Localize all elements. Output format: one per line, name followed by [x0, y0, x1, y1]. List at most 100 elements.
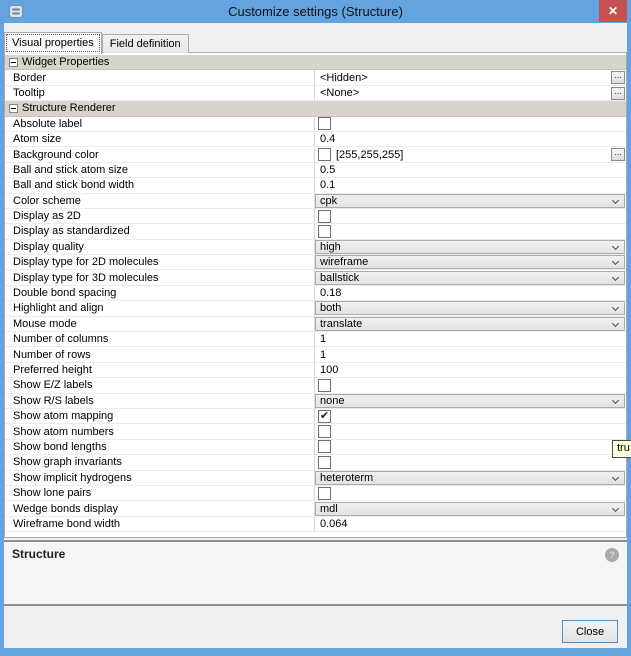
- minus-glyph: [11, 62, 16, 63]
- checkbox[interactable]: [318, 425, 331, 438]
- property-value: 1: [315, 332, 626, 347]
- checkbox[interactable]: ✔: [318, 410, 331, 423]
- property-label: Show implicit hydrogens: [5, 471, 315, 486]
- property-value: ballstick: [315, 270, 626, 285]
- chevron-down-icon: [612, 258, 619, 265]
- property-label: Show R/S labels: [5, 394, 315, 409]
- help-icon[interactable]: ?: [605, 548, 619, 562]
- collapse-icon[interactable]: [9, 104, 18, 113]
- property-value: high: [315, 240, 626, 255]
- property-row: Show lone pairs: [5, 486, 626, 501]
- button-bar: Close: [4, 606, 627, 648]
- property-label: Show atom mapping: [5, 409, 315, 424]
- info-panel: Structure ?: [4, 542, 627, 604]
- property-label: Border: [5, 70, 315, 85]
- property-row: Highlight and alignboth: [5, 301, 626, 316]
- property-row: Border<Hidden>...: [5, 70, 626, 85]
- tab-strip: Visual properties Field definition: [4, 31, 189, 53]
- property-row: Absolute label: [5, 117, 626, 132]
- checkbox[interactable]: [318, 379, 331, 392]
- dropdown-value: translate: [320, 318, 362, 330]
- dropdown[interactable]: translate: [315, 317, 625, 331]
- dropdown[interactable]: cpk: [315, 194, 625, 208]
- dropdown-value: wireframe: [320, 256, 368, 268]
- property-label: Display quality: [5, 240, 315, 255]
- close-icon[interactable]: ✕: [599, 0, 627, 22]
- dropdown[interactable]: both: [315, 301, 625, 315]
- property-value: <Hidden>...: [315, 70, 626, 85]
- property-value: both: [315, 301, 626, 316]
- value-text[interactable]: 0.18: [315, 287, 341, 299]
- property-value: heteroterm: [315, 471, 626, 486]
- property-row: Wireframe bond width0.064: [5, 517, 626, 532]
- property-label: Tooltip: [5, 86, 315, 101]
- chevron-down-icon: [612, 504, 619, 511]
- property-row: Display type for 2D molecules wireframe: [5, 255, 626, 270]
- dropdown[interactable]: none: [315, 394, 625, 408]
- property-row: Double bond spacing0.18: [5, 286, 626, 301]
- value-text[interactable]: <None>: [315, 87, 359, 99]
- value-text[interactable]: 0.1: [315, 179, 335, 191]
- property-label: Color scheme: [5, 194, 315, 209]
- ellipsis-button[interactable]: ...: [611, 87, 625, 100]
- property-row: Number of rows1: [5, 347, 626, 362]
- dropdown-value: ballstick: [320, 272, 359, 284]
- tab-field-definition[interactable]: Field definition: [102, 34, 189, 53]
- section-header: Structure Renderer: [5, 101, 626, 116]
- property-value: [315, 455, 626, 470]
- property-value: [315, 440, 626, 455]
- checkbox[interactable]: [318, 487, 331, 500]
- checkbox[interactable]: [318, 225, 331, 238]
- property-row: Wedge bonds displaymdl: [5, 501, 626, 516]
- property-value: 0.18: [315, 286, 626, 301]
- property-label: Absolute label: [5, 117, 315, 132]
- ellipsis-button[interactable]: ...: [611, 71, 625, 84]
- property-label: Number of columns: [5, 332, 315, 347]
- tab-visual-properties[interactable]: Visual properties: [4, 32, 102, 54]
- collapse-icon[interactable]: [9, 58, 18, 67]
- dropdown[interactable]: mdl: [315, 502, 625, 516]
- property-row: Show graph invariants: [5, 455, 626, 470]
- property-value: 0.064: [315, 517, 626, 532]
- property-row: Show implicit hydrogensheteroterm: [5, 471, 626, 486]
- checkbox[interactable]: [318, 456, 331, 469]
- value-text[interactable]: 0.064: [315, 518, 348, 530]
- property-value: [315, 209, 626, 224]
- property-row: Color schemecpk: [5, 194, 626, 209]
- checkbox[interactable]: [318, 210, 331, 223]
- property-label: Display type for 3D molecules: [5, 270, 315, 285]
- value-text[interactable]: [255,255,255]: [331, 149, 403, 161]
- checkbox[interactable]: [318, 117, 331, 130]
- property-row: Number of columns1: [5, 332, 626, 347]
- property-label: Display type for 2D molecules: [5, 255, 315, 270]
- property-value: [255,255,255]...: [315, 147, 626, 162]
- property-label: Show lone pairs: [5, 486, 315, 501]
- value-text[interactable]: 1: [315, 333, 326, 345]
- color-swatch[interactable]: [318, 148, 331, 161]
- property-value: translate: [315, 317, 626, 332]
- dropdown[interactable]: heteroterm: [315, 471, 625, 485]
- property-row: Tooltip<None>...: [5, 86, 626, 101]
- ellipsis-button[interactable]: ...: [611, 148, 625, 161]
- dropdown-value: none: [320, 395, 344, 407]
- value-text[interactable]: 100: [315, 364, 338, 376]
- property-row: Show atom mapping✔: [5, 409, 626, 424]
- value-text[interactable]: 0.5: [315, 164, 335, 176]
- property-row: Display as standardized: [5, 224, 626, 239]
- info-panel-title: Structure: [12, 547, 65, 561]
- close-button[interactable]: Close: [562, 620, 618, 643]
- value-text[interactable]: <Hidden>: [315, 72, 368, 84]
- property-label: Display as 2D: [5, 209, 315, 224]
- property-label: Highlight and align: [5, 301, 315, 316]
- property-label: Ball and stick atom size: [5, 163, 315, 178]
- property-row: Show R/S labels none: [5, 394, 626, 409]
- dropdown[interactable]: wireframe: [315, 255, 625, 269]
- dropdown[interactable]: high: [315, 240, 625, 254]
- value-text[interactable]: 0.4: [315, 133, 335, 145]
- property-row: Show atom numbers: [5, 424, 626, 439]
- property-value: <None>...: [315, 86, 626, 101]
- value-text[interactable]: 1: [315, 349, 326, 361]
- chevron-down-icon: [612, 197, 619, 204]
- checkbox[interactable]: [318, 440, 331, 453]
- dropdown[interactable]: ballstick: [315, 271, 625, 285]
